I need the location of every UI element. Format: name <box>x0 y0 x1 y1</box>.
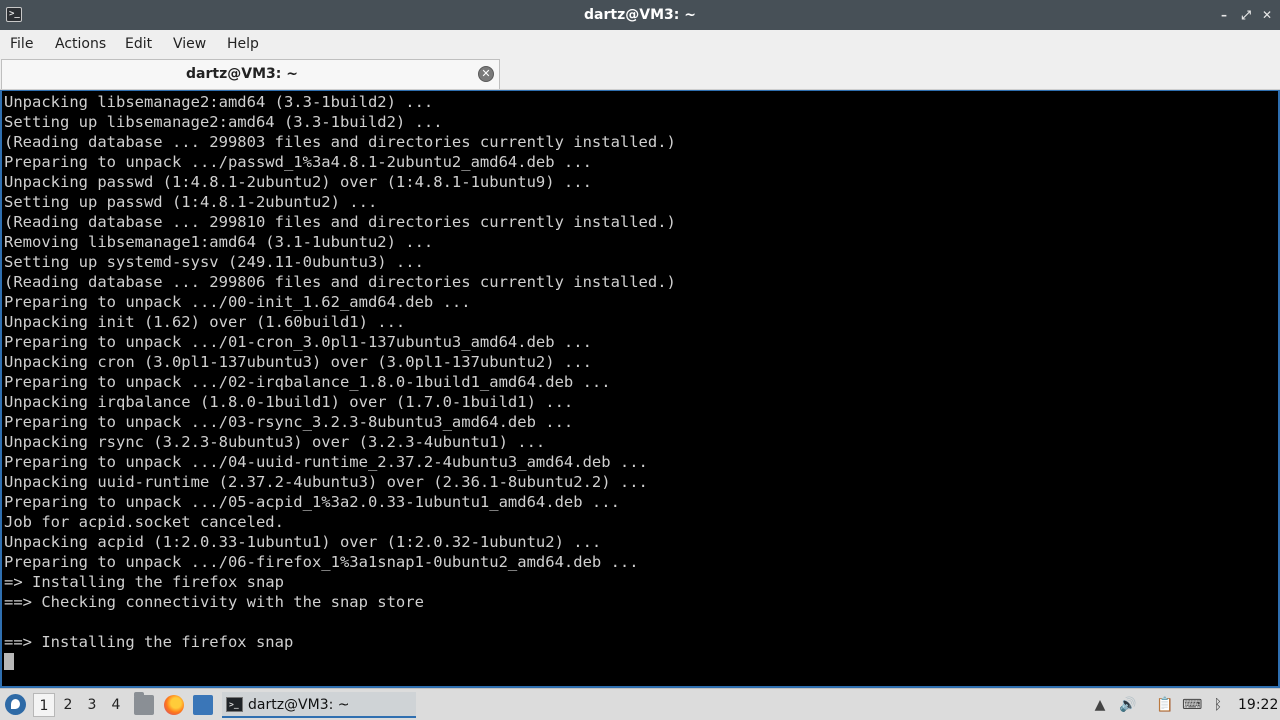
file-manager-icon[interactable] <box>134 692 154 715</box>
terminal-task-icon: >_ <box>226 697 243 712</box>
start-menu-icon[interactable] <box>5 694 26 715</box>
terminal-line: Preparing to unpack .../02-irqbalance_1.… <box>4 373 611 391</box>
terminal-line: (Reading database ... 299810 files and d… <box>4 213 676 231</box>
terminal-line: Unpacking passwd (1:4.8.1-2ubuntu2) over… <box>4 173 592 191</box>
clipboard-icon[interactable]: 📋 <box>1155 695 1175 715</box>
terminal-line: Unpacking irqbalance (1.8.0-1build1) ove… <box>4 393 574 411</box>
terminal-line: Preparing to unpack .../01-cron_3.0pl1-1… <box>4 333 592 351</box>
task-label: dartz@VM3: ~ <box>248 697 350 713</box>
window-title: dartz@VM3: ~ <box>584 7 696 23</box>
cursor-line <box>4 652 676 672</box>
tab-close-icon[interactable]: ✕ <box>478 66 494 82</box>
workspace-3[interactable]: 3 <box>81 693 103 717</box>
menu-actions[interactable]: Actions <box>55 30 106 58</box>
terminal-line: Unpacking acpid (1:2.0.33-1ubuntu1) over… <box>4 533 602 551</box>
terminal-line: Unpacking cron (3.0pl1-137ubuntu3) over … <box>4 353 592 371</box>
terminal-line: Unpacking init (1.62) over (1.60build1) … <box>4 313 406 331</box>
terminal-line: (Reading database ... 299806 files and d… <box>4 273 676 291</box>
taskbar-terminal-task[interactable]: >_ dartz@VM3: ~ <box>222 692 416 718</box>
menu-help[interactable]: Help <box>227 30 259 58</box>
taskbar: 1 2 3 4 >_ dartz@VM3: ~ ▲ 🔊 📋 ⌨ ᛒ 19:22 <box>0 688 1280 720</box>
maximize-button[interactable]: ⤢ <box>1238 7 1254 23</box>
menu-bar: File Actions Edit View Help <box>0 30 1280 58</box>
terminal-line: Preparing to unpack .../00-init_1.62_amd… <box>4 293 471 311</box>
workspace-4[interactable]: 4 <box>105 693 127 717</box>
terminal-line: Preparing to unpack .../03-rsync_3.2.3-8… <box>4 413 574 431</box>
workspace-1[interactable]: 1 <box>33 693 55 717</box>
terminal-line: (Reading database ... 299803 files and d… <box>4 133 676 151</box>
terminal-lines: Unpacking libsemanage2:amd64 (3.3-1build… <box>4 92 676 672</box>
text-cursor <box>4 653 14 670</box>
tab-bar: dartz@VM3: ~ ✕ <box>0 58 1280 90</box>
tray-expand-icon[interactable]: ▲ <box>1090 695 1110 715</box>
menu-edit[interactable]: Edit <box>125 30 152 58</box>
clock: 19:22 <box>1238 697 1279 713</box>
menu-view[interactable]: View <box>173 30 206 58</box>
workspace-2[interactable]: 2 <box>57 693 79 717</box>
terminal-output[interactable]: Unpacking libsemanage2:amd64 (3.3-1build… <box>0 90 1280 688</box>
terminal-tab[interactable]: dartz@VM3: ~ ✕ <box>1 59 500 89</box>
terminal-line: => Installing the firefox snap <box>4 573 284 591</box>
terminal-line: Unpacking libsemanage2:amd64 (3.3-1build… <box>4 93 434 111</box>
window-titlebar[interactable]: >_ dartz@VM3: ~ – ⤢ ✕ <box>0 0 1280 30</box>
close-button[interactable]: ✕ <box>1259 7 1275 23</box>
tab-label: dartz@VM3: ~ <box>186 66 298 82</box>
terminal-line: Setting up passwd (1:4.8.1-2ubuntu2) ... <box>4 193 378 211</box>
terminal-line: ==> Installing the firefox snap <box>4 633 294 651</box>
terminal-line: Preparing to unpack .../06-firefox_1%3a1… <box>4 553 639 571</box>
terminal-line: ==> Checking connectivity with the snap … <box>4 593 424 611</box>
terminal-line: Removing libsemanage1:amd64 (3.1-1ubuntu… <box>4 233 434 251</box>
menu-file[interactable]: File <box>10 30 33 58</box>
terminal-line: Preparing to unpack .../05-acpid_1%3a2.0… <box>4 493 620 511</box>
bluetooth-icon[interactable]: ᛒ <box>1208 695 1228 715</box>
firefox-icon[interactable] <box>164 695 184 715</box>
volume-icon[interactable]: 🔊 <box>1118 695 1138 715</box>
terminal-line: Setting up systemd-sysv (249.11-0ubuntu3… <box>4 253 424 271</box>
terminal-line: Preparing to unpack .../passwd_1%3a4.8.1… <box>4 153 592 171</box>
network-icon[interactable]: ⌨ <box>1182 695 1202 715</box>
terminal-line: Preparing to unpack .../04-uuid-runtime_… <box>4 453 648 471</box>
terminal-line: Setting up libsemanage2:amd64 (3.3-1buil… <box>4 113 443 131</box>
show-desktop-icon[interactable] <box>193 695 213 715</box>
terminal-line: Unpacking rsync (3.2.3-8ubuntu3) over (3… <box>4 433 546 451</box>
terminal-line: Unpacking uuid-runtime (2.37.2-4ubuntu3)… <box>4 473 648 491</box>
minimize-button[interactable]: – <box>1216 7 1232 23</box>
terminal-line: Job for acpid.socket canceled. <box>4 513 284 531</box>
